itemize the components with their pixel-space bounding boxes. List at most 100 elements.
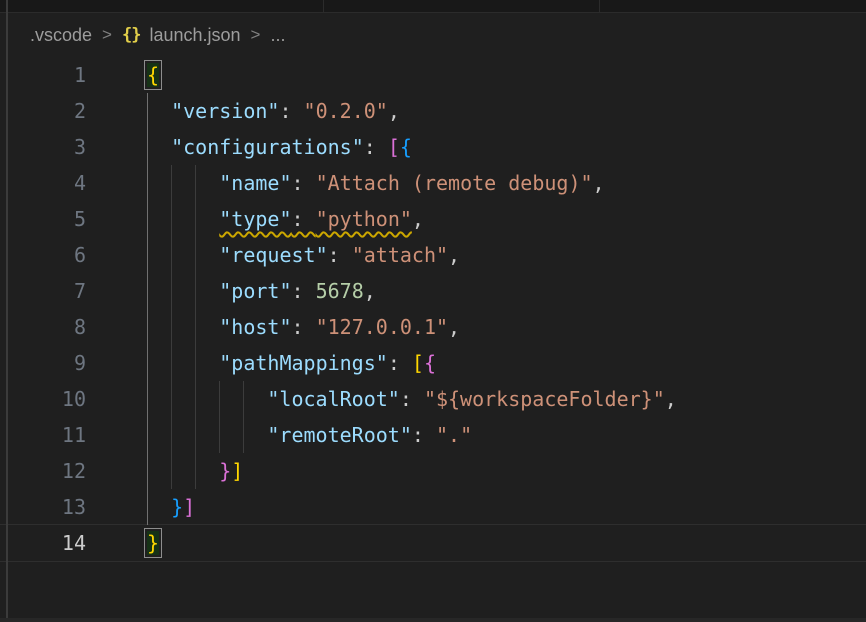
token: { xyxy=(400,135,412,159)
line-number[interactable]: 3 xyxy=(0,129,86,165)
indent-guide xyxy=(147,309,171,345)
token: "remoteRoot" xyxy=(267,423,412,447)
code-line[interactable]: 14} xyxy=(0,525,866,561)
indent-guide xyxy=(147,237,171,273)
token: } xyxy=(171,495,183,519)
token: : xyxy=(412,423,436,447)
indent-guide xyxy=(171,273,195,309)
token: ] xyxy=(231,459,243,483)
line-number[interactable]: 13 xyxy=(0,489,86,525)
indent-guide xyxy=(243,381,267,417)
code-text: }] xyxy=(86,489,866,525)
code-text: "name": "Attach (remote debug)", xyxy=(86,165,866,201)
code-line[interactable]: 5"type": "python", xyxy=(0,201,866,237)
tab-divider xyxy=(323,0,324,12)
breadcrumb-file[interactable]: launch.json xyxy=(149,25,240,46)
code-line[interactable]: 3"configurations": [{ xyxy=(0,129,866,165)
token: "127.0.0.1" xyxy=(316,315,448,339)
line-number[interactable]: 14 xyxy=(0,525,86,561)
token: "Attach (remote debug)" xyxy=(316,171,593,195)
token: "name" xyxy=(219,171,291,195)
line-number[interactable]: 4 xyxy=(0,165,86,201)
indent-guide xyxy=(171,165,195,201)
line-number[interactable]: 2 xyxy=(0,93,86,129)
bottom-border xyxy=(0,618,866,622)
indent-guide xyxy=(219,381,243,417)
indent-guide xyxy=(147,345,171,381)
token: , xyxy=(448,243,460,267)
code-line[interactable]: 4"name": "Attach (remote debug)", xyxy=(0,165,866,201)
line-number[interactable]: 11 xyxy=(0,417,86,453)
token: "host" xyxy=(219,315,291,339)
line-number[interactable]: 7 xyxy=(0,273,86,309)
token: 5678 xyxy=(316,279,364,303)
code-line[interactable]: 12}] xyxy=(0,453,866,489)
line-number[interactable]: 8 xyxy=(0,309,86,345)
code-line[interactable]: 1{ xyxy=(0,57,866,93)
breadcrumb-folder[interactable]: .vscode xyxy=(30,25,92,46)
indent-guide xyxy=(147,93,171,129)
indent-guide xyxy=(147,129,171,165)
code-line[interactable]: 7"port": 5678, xyxy=(0,273,866,309)
indent-guide xyxy=(171,309,195,345)
matched-bracket: { xyxy=(147,63,159,87)
breadcrumb: .vscode > {} launch.json > ... xyxy=(0,13,866,57)
token: "type" xyxy=(219,207,291,231)
code-text: "port": 5678, xyxy=(86,273,866,309)
line-number[interactable]: 5 xyxy=(0,201,86,237)
line-number[interactable]: 10 xyxy=(0,381,86,417)
code-line[interactable]: 10"localRoot": "${workspaceFolder}", xyxy=(0,381,866,417)
code-text: }] xyxy=(86,453,866,489)
token: : xyxy=(328,243,352,267)
chevron-right-icon: > xyxy=(101,25,113,45)
token: : xyxy=(400,387,424,411)
indent-guide xyxy=(243,417,267,453)
indent-guide xyxy=(195,273,219,309)
token: "configurations" xyxy=(171,135,364,159)
token: : xyxy=(291,315,315,339)
token: "0.2.0" xyxy=(304,99,388,123)
token: , xyxy=(593,171,605,195)
code-line[interactable]: 13}] xyxy=(0,489,866,525)
token: , xyxy=(364,279,376,303)
breadcrumb-symbol-overflow[interactable]: ... xyxy=(270,25,285,46)
line-number[interactable]: 6 xyxy=(0,237,86,273)
token: , xyxy=(388,99,400,123)
code-line[interactable]: 6"request": "attach", xyxy=(0,237,866,273)
code-text: { xyxy=(86,57,866,93)
token: "request" xyxy=(219,243,327,267)
indent-guide xyxy=(195,345,219,381)
token: "version" xyxy=(171,99,279,123)
line-number[interactable]: 9 xyxy=(0,345,86,381)
code-line[interactable]: 8"host": "127.0.0.1", xyxy=(0,309,866,345)
line-number[interactable]: 1 xyxy=(0,57,86,93)
code-text: "configurations": [{ xyxy=(86,129,866,165)
indent-guide xyxy=(147,201,171,237)
indent-guide xyxy=(195,201,219,237)
json-file-icon: {} xyxy=(122,25,140,45)
indent-guide xyxy=(147,453,171,489)
token: { xyxy=(424,351,436,375)
tab-divider xyxy=(599,0,600,12)
code-text: "remoteRoot": "." xyxy=(86,417,866,453)
indent-guide xyxy=(171,453,195,489)
token: : xyxy=(291,279,315,303)
token: : xyxy=(388,351,412,375)
indent-guide xyxy=(171,201,195,237)
code-line[interactable]: 9"pathMappings": [{ xyxy=(0,345,866,381)
indent-guide xyxy=(171,237,195,273)
code-text: "type": "python", xyxy=(86,201,866,237)
indent-guide xyxy=(171,381,195,417)
token: ] xyxy=(183,495,195,519)
indent-guide xyxy=(147,417,171,453)
indent-guide xyxy=(171,417,195,453)
code-line[interactable]: 2"version": "0.2.0", xyxy=(0,93,866,129)
code-line[interactable]: 11"remoteRoot": "." xyxy=(0,417,866,453)
indent-guide xyxy=(195,381,219,417)
indent-guide xyxy=(147,273,171,309)
indent-guide xyxy=(219,417,243,453)
line-number[interactable]: 12 xyxy=(0,453,86,489)
code-editor[interactable]: 1{2"version": "0.2.0",3"configurations":… xyxy=(0,57,866,561)
indent-guide xyxy=(147,381,171,417)
indent-guide xyxy=(195,237,219,273)
